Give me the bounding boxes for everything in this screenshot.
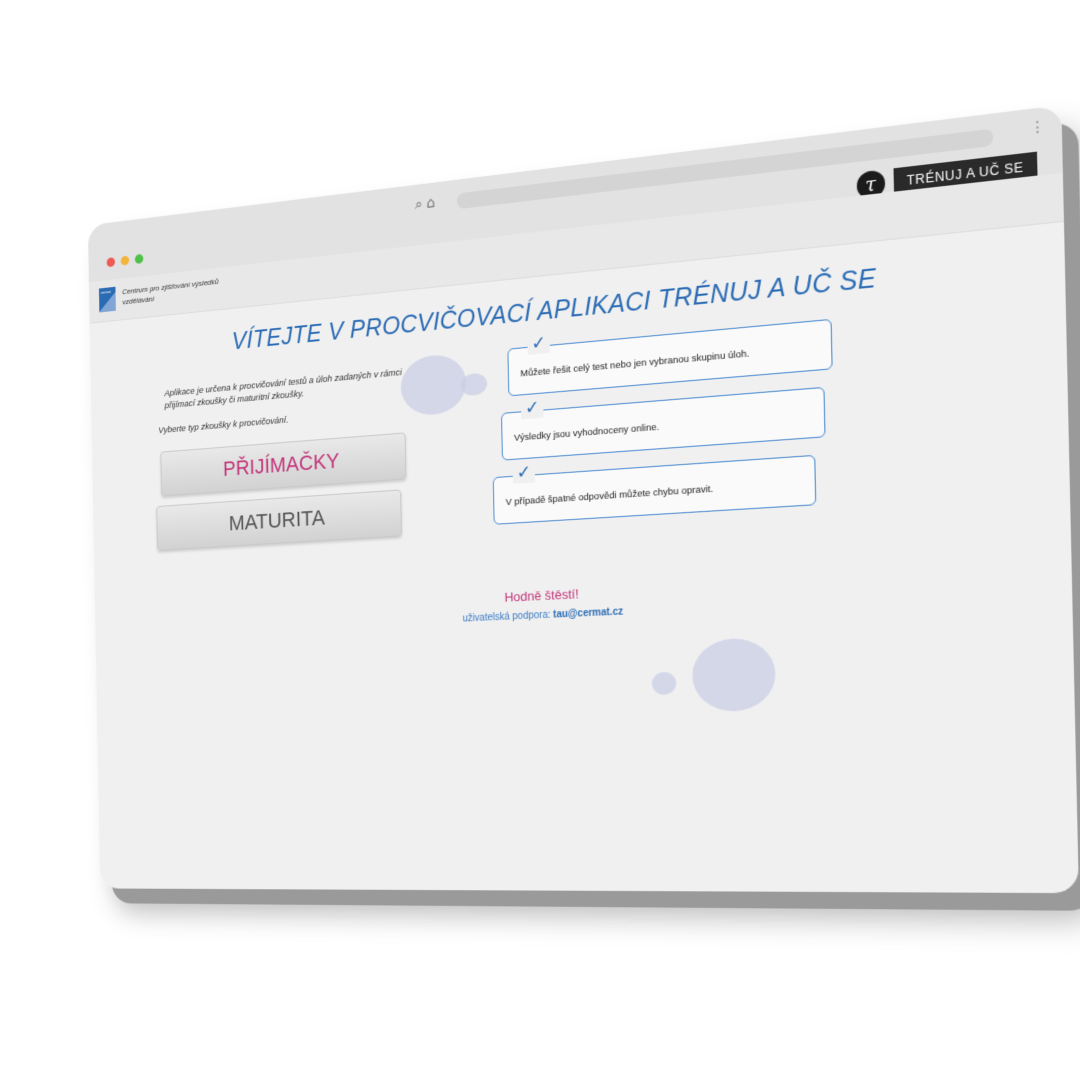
checkmark-icon: ✓	[527, 331, 551, 355]
support-label: uživatelská podpora:	[462, 609, 551, 625]
maturita-button[interactable]: MATURITA	[156, 489, 402, 551]
address-bar-icons: ⌕⌂	[415, 193, 439, 214]
feature-card: ✓ Výsledky jsou vyhodnoceny online.	[501, 386, 826, 461]
home-icon[interactable]: ⌂	[426, 193, 439, 212]
checkmark-icon: ✓	[512, 461, 536, 484]
cermat-logo-text: cermat	[100, 289, 111, 295]
close-window-button[interactable]	[106, 257, 116, 268]
ink-splash-decoration	[651, 671, 677, 695]
main-content: VÍTEJTE V PROCVIČOVACÍ APLIKACI TRÉNUJ A…	[90, 221, 1079, 893]
cermat-logo[interactable]: cermat	[98, 286, 116, 313]
choose-prompt: Vyberte typ zkoušky k procvičování.	[158, 414, 289, 436]
feature-card: ✓ V případě špatné odpovědi můžete chybu…	[492, 454, 817, 525]
organization-name: Centrum pro zjišťování výsledků vzdělává…	[122, 277, 219, 307]
feature-text: V případě špatné odpovědi můžete chybu o…	[505, 483, 714, 509]
ink-splash-decoration	[691, 637, 777, 713]
feature-text: Výsledky jsou vyhodnoceny online.	[513, 421, 660, 444]
maximize-window-button[interactable]	[134, 253, 144, 265]
checkmark-icon: ✓	[520, 396, 544, 420]
feature-card: ✓ Můžete řešit celý test nebo jen vybran…	[507, 318, 833, 397]
window-controls	[106, 253, 144, 268]
intro-text: Aplikace je určena k procvičování testů …	[164, 367, 402, 412]
minimize-window-button[interactable]	[120, 255, 130, 266]
feature-text: Můžete řešit celý test nebo jen vybranou…	[520, 348, 750, 380]
laptop-screen: ⌕⌂ ⋮ τ TRÉNUJ A UČ SE cermat Centrum pro…	[87, 104, 1079, 894]
ink-splash-decoration	[460, 372, 488, 397]
prijimacky-button[interactable]: PŘIJÍMAČKY	[160, 432, 407, 497]
search-icon[interactable]: ⌕	[415, 194, 427, 213]
stage: cermat ⌕⌂ ⋮ τ TRÉNUJ A UČ SE cermat Cent…	[0, 0, 1080, 1080]
support-email-link[interactable]: tau@cermat.cz	[553, 606, 623, 620]
browser-menu-icon[interactable]: ⋮	[1029, 118, 1045, 137]
